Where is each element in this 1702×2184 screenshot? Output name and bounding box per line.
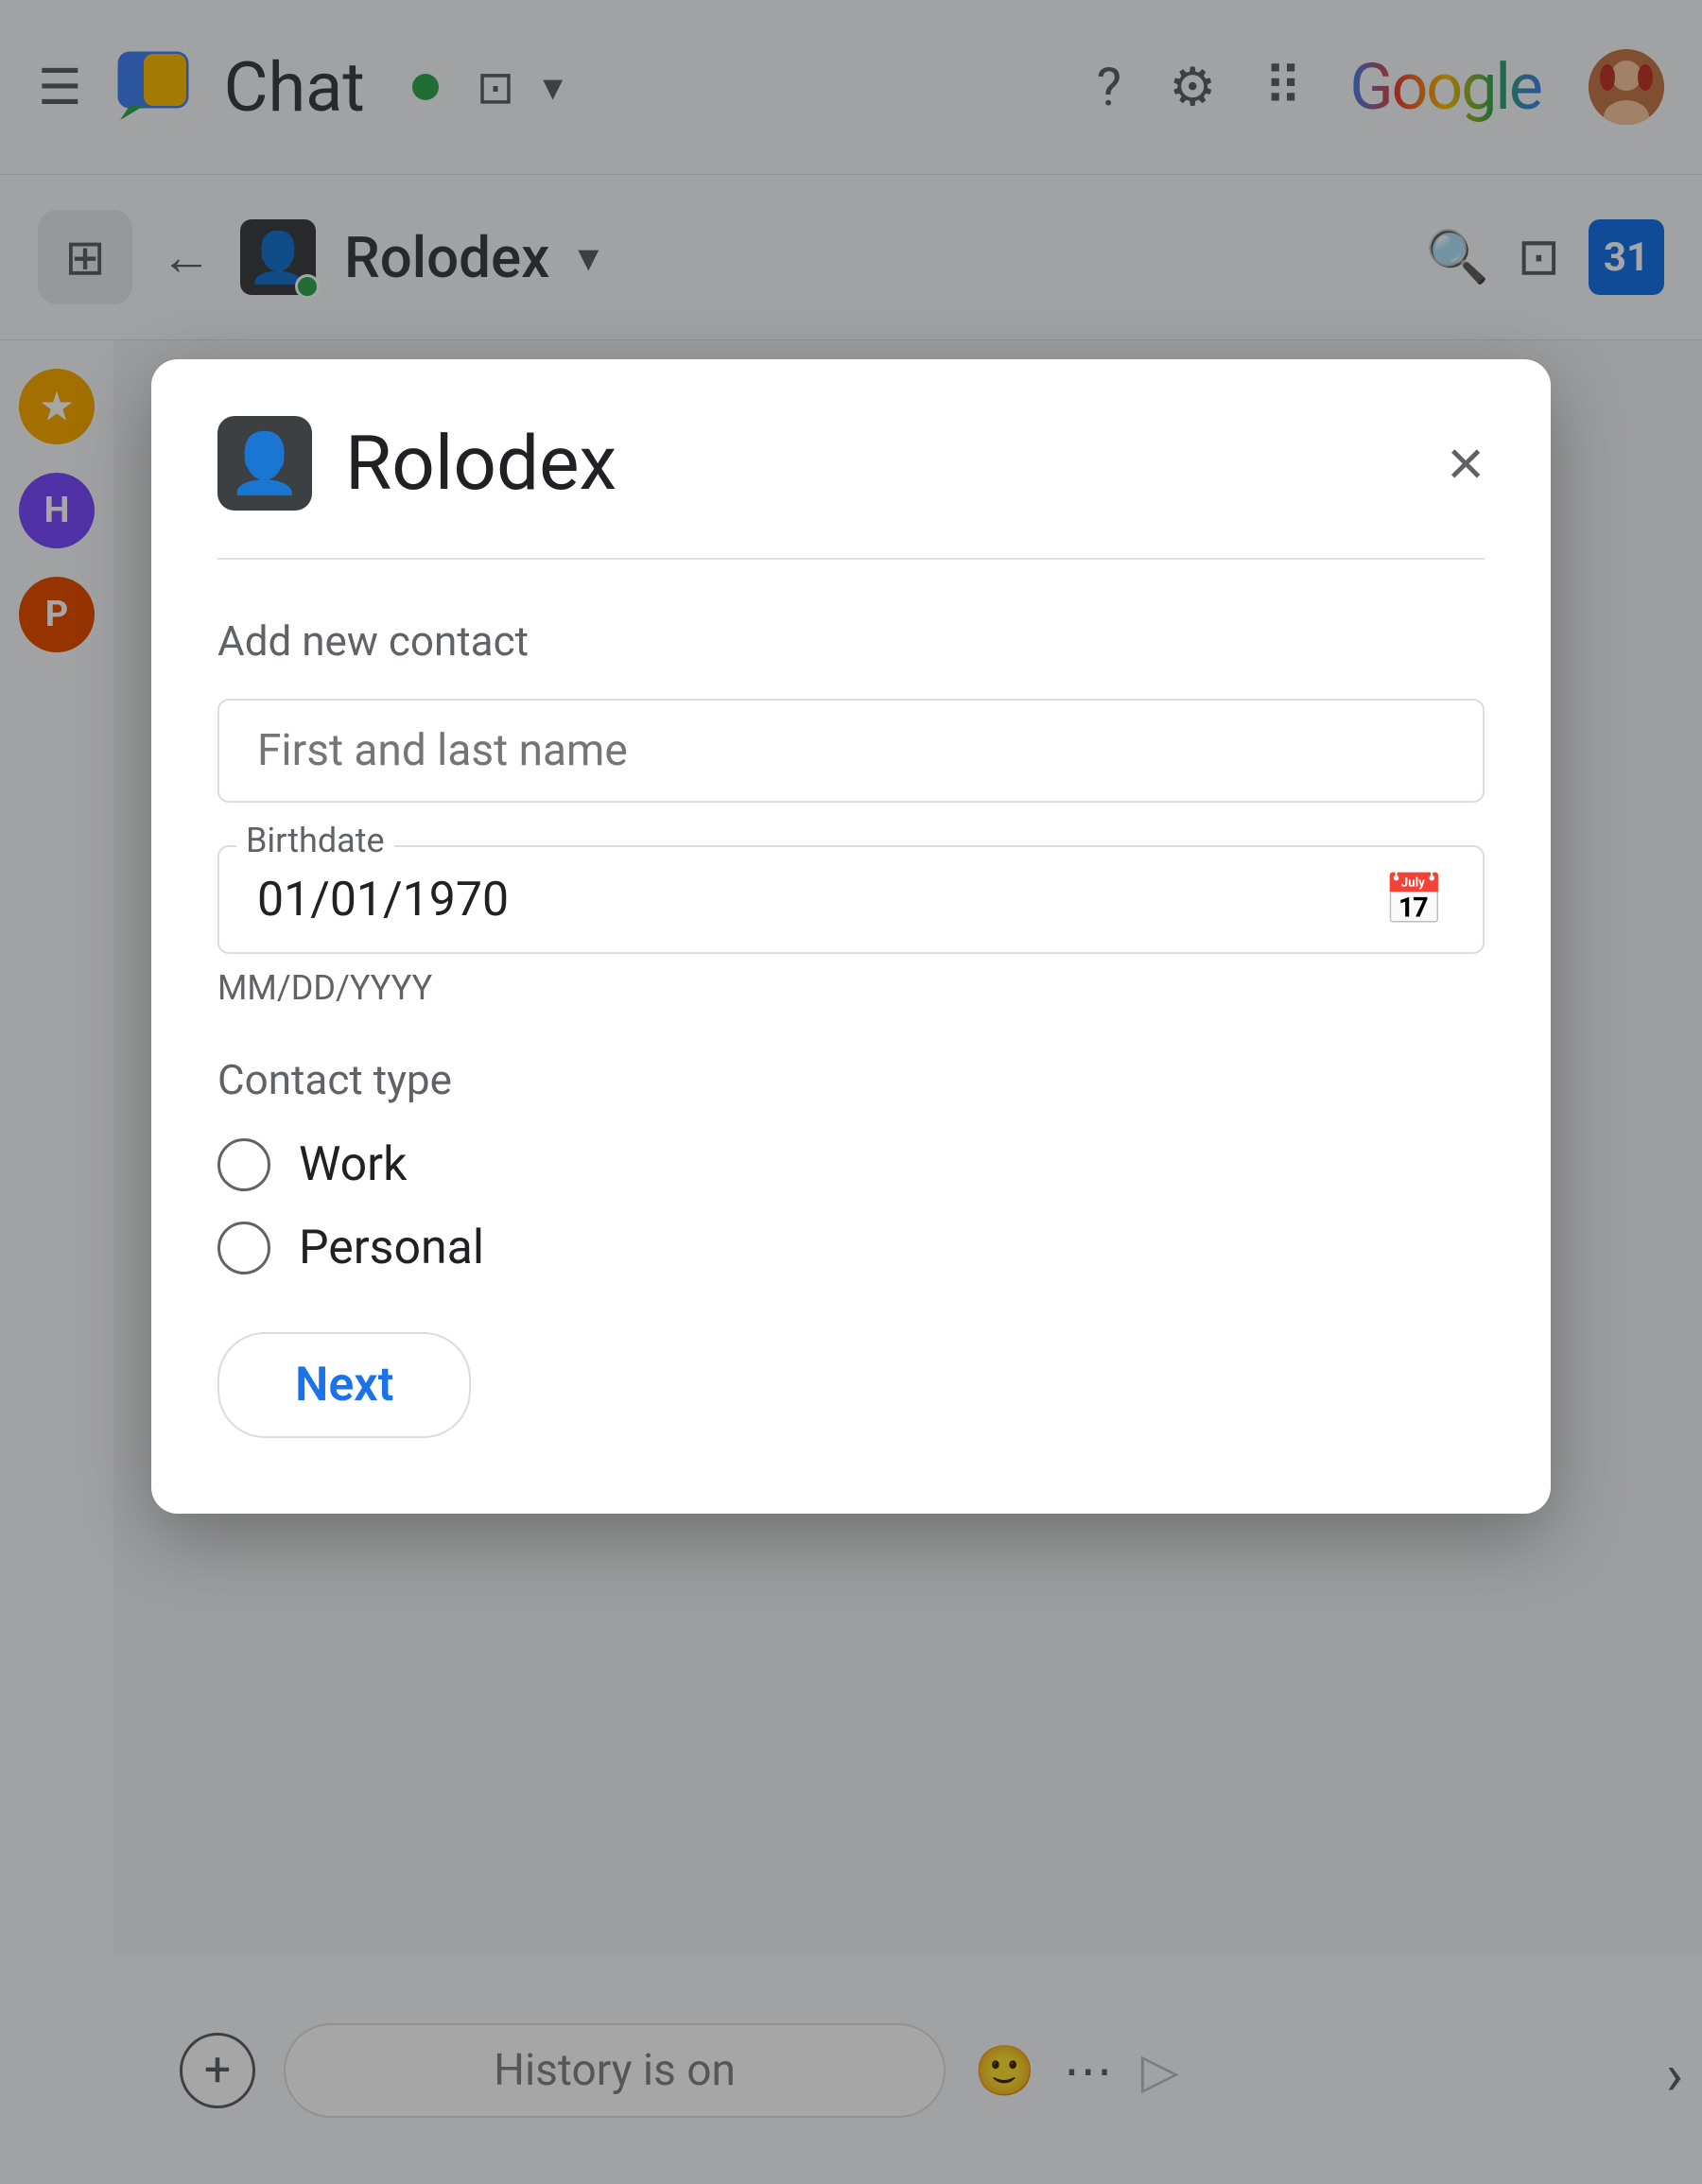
- modal-close-button[interactable]: ×: [1447, 431, 1485, 495]
- radio-item-personal[interactable]: Personal: [217, 1221, 1485, 1275]
- modal-app-icon: 👤: [217, 416, 312, 511]
- radio-circle-personal: [217, 1222, 270, 1274]
- modal-title: Rolodex: [345, 419, 617, 508]
- name-input[interactable]: [217, 699, 1485, 803]
- birthdate-label: Birthdate: [236, 821, 394, 860]
- modal-contact-icon: 👤: [228, 429, 301, 498]
- modal-body: Add new contact Birthdate 01/01/1970 📅 M…: [151, 560, 1551, 1514]
- birthdate-value: 01/01/1970: [257, 873, 1383, 927]
- radio-label-work: Work: [299, 1137, 407, 1192]
- contact-type-label: Contact type: [217, 1055, 1485, 1104]
- add-contact-label: Add new contact: [217, 616, 1485, 666]
- next-button[interactable]: Next: [217, 1332, 471, 1438]
- radio-circle-work: [217, 1138, 270, 1191]
- radio-item-work[interactable]: Work: [217, 1137, 1485, 1192]
- date-format-hint: MM/DD/YYYY: [217, 968, 1485, 1008]
- modal-header: 👤 Rolodex ×: [151, 359, 1551, 558]
- modal-title-group: 👤 Rolodex: [217, 416, 617, 511]
- calendar-picker-icon[interactable]: 📅: [1383, 871, 1445, 928]
- radio-label-personal: Personal: [299, 1221, 484, 1275]
- birthdate-field-wrapper: Birthdate 01/01/1970 📅: [217, 845, 1485, 954]
- rolodex-modal: 👤 Rolodex × Add new contact Birthdate 01…: [151, 359, 1551, 1514]
- date-input-row[interactable]: 01/01/1970 📅: [217, 845, 1485, 954]
- contact-type-radio-group: Work Personal: [217, 1137, 1485, 1275]
